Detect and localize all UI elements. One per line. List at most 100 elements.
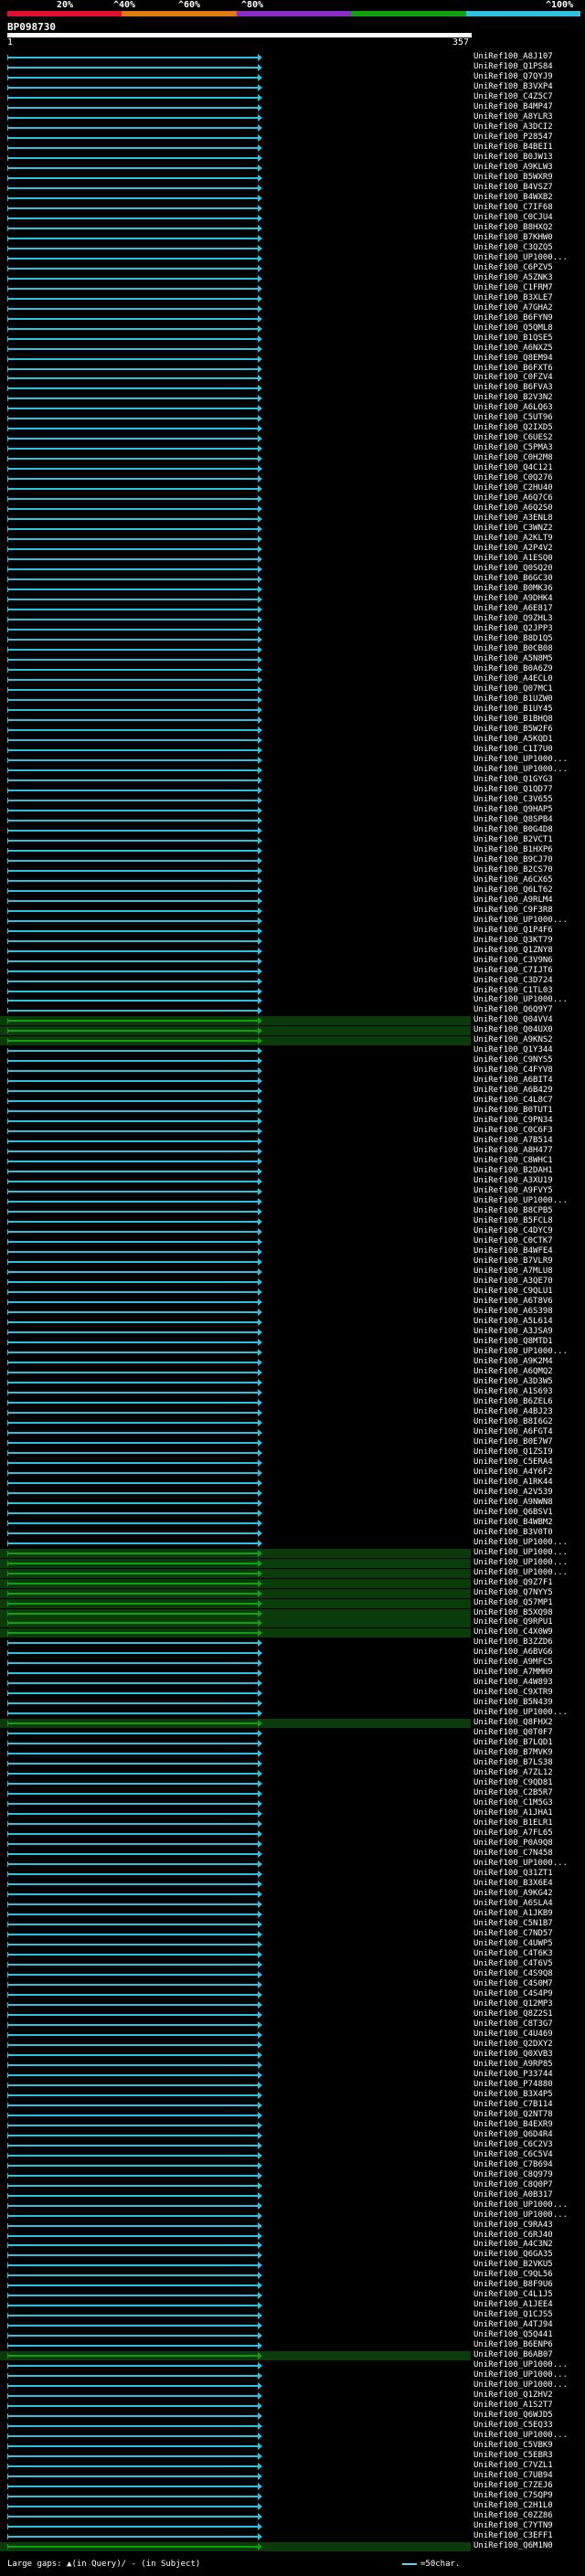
hit-label[interactable]: UniRef100_C1FRM7	[473, 283, 553, 292]
hit-row[interactable]: UniRef100_C4T6K3	[0, 1949, 585, 1959]
hit-row[interactable]: UniRef100_B9CJ70	[0, 855, 585, 865]
hit-row[interactable]: UniRef100_Q04VV4	[0, 1015, 585, 1026]
hit-row[interactable]: UniRef100_C0C6F3	[0, 1126, 585, 1136]
hit-label[interactable]: UniRef100_Q8Z2S1	[473, 2009, 553, 2019]
hit-label[interactable]: UniRef100_A9KG42	[473, 1889, 553, 1898]
hit-label[interactable]: UniRef100_A2P4V2	[473, 544, 553, 553]
hit-row[interactable]: UniRef100_B1BHQ8	[0, 715, 585, 725]
hit-row[interactable]: UniRef100_B4BEI1	[0, 143, 585, 153]
hit-label[interactable]: UniRef100_UP1000...	[473, 2360, 568, 2369]
hit-row[interactable]: UniRef100_C4DYC9	[0, 1226, 585, 1236]
hit-row[interactable]: UniRef100_UP1000...	[0, 1548, 585, 1558]
hit-label[interactable]: UniRef100_Q1CJS5	[473, 2310, 553, 2319]
hit-label[interactable]: UniRef100_C4L8C7	[473, 1096, 553, 1105]
hit-row[interactable]: UniRef100_A4C3N2	[0, 2240, 585, 2250]
hit-row[interactable]: UniRef100_B7KHW0	[0, 233, 585, 243]
hit-row[interactable]: UniRef100_C5EQ33	[0, 2421, 585, 2431]
hit-row[interactable]: UniRef100_C7UB94	[0, 2471, 585, 2481]
hit-row[interactable]: UniRef100_C0CTK7	[0, 1236, 585, 1246]
hit-label[interactable]: UniRef100_C5ERA4	[473, 1458, 553, 1467]
hit-label[interactable]: UniRef100_Q07MC1	[473, 684, 553, 694]
hit-row[interactable]: UniRef100_A3ENL8	[0, 514, 585, 524]
hit-row[interactable]: UniRef100_UP1000...	[0, 1568, 585, 1578]
hit-label[interactable]: UniRef100_C0ZZ86	[473, 2511, 553, 2520]
hit-label[interactable]: UniRef100_C9NYS5	[473, 1055, 553, 1065]
hit-label[interactable]: UniRef100_A3JSA9	[473, 1327, 553, 1336]
hit-label[interactable]: UniRef100_C8Q979	[473, 2170, 553, 2179]
hit-row[interactable]: UniRef100_A6BIT4	[0, 1076, 585, 1086]
hit-row[interactable]: UniRef100_C7B694	[0, 2160, 585, 2170]
hit-row[interactable]: UniRef100_A7B514	[0, 1136, 585, 1146]
hit-label[interactable]: UniRef100_C4S9Q8	[473, 1969, 553, 1978]
hit-label[interactable]: UniRef100_C7IF68	[473, 203, 553, 212]
hit-label[interactable]: UniRef100_Q8EM94	[473, 354, 553, 363]
hit-label[interactable]: UniRef100_B5XQ98	[473, 1608, 553, 1617]
hit-label[interactable]: UniRef100_C5EQ33	[473, 2421, 553, 2430]
hit-row[interactable]: UniRef100_C6C2V3	[0, 2140, 585, 2150]
hit-label[interactable]: UniRef100_B4WBM2	[473, 1518, 553, 1527]
hit-label[interactable]: UniRef100_A4TJ94	[473, 2320, 553, 2329]
hit-label[interactable]: UniRef100_A4W893	[473, 1678, 553, 1687]
hit-label[interactable]: UniRef100_A9DHK4	[473, 594, 553, 603]
hit-label[interactable]: UniRef100_C0FZV4	[473, 373, 553, 382]
hit-row[interactable]: UniRef100_C1TL03	[0, 986, 585, 996]
hit-row[interactable]: UniRef100_A6Q2S0	[0, 504, 585, 514]
hit-row[interactable]: UniRef100_A8YLR3	[0, 112, 585, 122]
hit-row[interactable]: UniRef100_B2VKU5	[0, 2260, 585, 2270]
hit-row[interactable]: UniRef100_C2HU40	[0, 483, 585, 493]
hit-row[interactable]: UniRef100_A6QMQ2	[0, 1367, 585, 1377]
hit-row[interactable]: UniRef100_Q3KT79	[0, 936, 585, 946]
hit-row[interactable]: UniRef100_Q12MP3	[0, 1999, 585, 2009]
hit-label[interactable]: UniRef100_A5KQD1	[473, 735, 553, 744]
hit-label[interactable]: UniRef100_P28547	[473, 133, 553, 142]
hit-row[interactable]: UniRef100_B1QSE5	[0, 334, 585, 344]
hit-label[interactable]: UniRef100_B2VKU5	[473, 2260, 553, 2269]
hit-label[interactable]: UniRef100_C6C5V4	[473, 2150, 553, 2159]
hit-label[interactable]: UniRef100_Q1ZSI9	[473, 1447, 553, 1457]
hit-row[interactable]: UniRef100_Q5Q441	[0, 2330, 585, 2340]
hit-row[interactable]: UniRef100_Q1ZSI9	[0, 1447, 585, 1458]
hit-row[interactable]: UniRef100_A4W893	[0, 1678, 585, 1688]
hit-row[interactable]: UniRef100_Q0XVB3	[0, 2050, 585, 2060]
hit-label[interactable]: UniRef100_A2KLT9	[473, 534, 553, 543]
hit-row[interactable]: UniRef100_C8Q0P7	[0, 2180, 585, 2190]
hit-label[interactable]: UniRef100_C9XTR9	[473, 1688, 553, 1697]
hit-row[interactable]: UniRef100_C4S4P9	[0, 1989, 585, 1999]
hit-label[interactable]: UniRef100_C7UB94	[473, 2471, 553, 2480]
hit-label[interactable]: UniRef100_A1RK44	[473, 1478, 553, 1487]
hit-row[interactable]: UniRef100_B0E7W7	[0, 1437, 585, 1447]
hit-label[interactable]: UniRef100_Q1ZNY8	[473, 946, 553, 955]
hit-label[interactable]: UniRef100_A1S693	[473, 1387, 553, 1396]
hit-label[interactable]: UniRef100_A3DCI2	[473, 122, 553, 132]
hit-label[interactable]: UniRef100_UP1000...	[473, 2380, 568, 2390]
hit-row[interactable]: UniRef100_Q7NYY5	[0, 1588, 585, 1598]
hit-row[interactable]: UniRef100_C8T3G7	[0, 2019, 585, 2030]
hit-row[interactable]: UniRef100_A4TJ94	[0, 2320, 585, 2330]
hit-row[interactable]: UniRef100_A3XU19	[0, 1176, 585, 1186]
hit-row[interactable]: UniRef100_P28547	[0, 133, 585, 143]
hit-row[interactable]: UniRef100_B0G4D8	[0, 825, 585, 835]
hit-label[interactable]: UniRef100_B3ZZD6	[473, 1638, 553, 1647]
hit-row[interactable]: UniRef100_A8J107	[0, 52, 585, 62]
hit-label[interactable]: UniRef100_UP1000...	[473, 1548, 568, 1557]
hit-row[interactable]: UniRef100_UP1000...	[0, 1196, 585, 1206]
hit-label[interactable]: UniRef100_B5FCL8	[473, 1216, 553, 1225]
hit-row[interactable]: UniRef100_Q0SQ20	[0, 564, 585, 574]
hit-label[interactable]: UniRef100_Q57MP1	[473, 1598, 553, 1607]
hit-row[interactable]: UniRef100_B6ENP6	[0, 2340, 585, 2350]
hit-label[interactable]: UniRef100_C4S4P9	[473, 1989, 553, 1998]
hit-label[interactable]: UniRef100_Q31ZT1	[473, 1869, 553, 1878]
hit-row[interactable]: UniRef100_Q07MC1	[0, 684, 585, 694]
hit-label[interactable]: UniRef100_C7B114	[473, 2100, 553, 2109]
hit-label[interactable]: UniRef100_C4X0W9	[473, 1627, 553, 1637]
hit-label[interactable]: UniRef100_Q9HAP5	[473, 805, 553, 814]
hit-row[interactable]: UniRef100_Q1P4F6	[0, 926, 585, 936]
hit-label[interactable]: UniRef100_Q12MP3	[473, 1999, 553, 2009]
hit-label[interactable]: UniRef100_B0CB08	[473, 644, 553, 653]
hit-label[interactable]: UniRef100_B3VXP4	[473, 82, 553, 91]
hit-label[interactable]: UniRef100_C0CTK7	[473, 1236, 553, 1246]
hit-label[interactable]: UniRef100_B3V0T0	[473, 1528, 553, 1537]
hit-label[interactable]: UniRef100_A8J107	[473, 52, 553, 61]
hit-label[interactable]: UniRef100_B1QSE5	[473, 334, 553, 343]
hit-row[interactable]: UniRef100_C3V655	[0, 795, 585, 805]
